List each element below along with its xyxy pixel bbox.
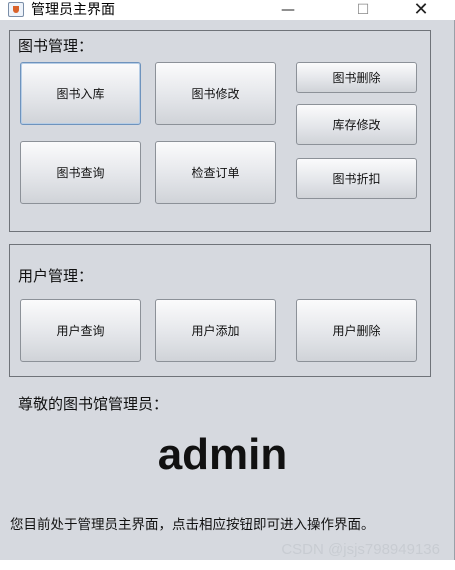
greeting-label: 尊敬的图书馆管理员： bbox=[18, 395, 169, 413]
java-cup-icon bbox=[8, 2, 24, 17]
query-book-button[interactable]: 图书查询 bbox=[20, 141, 141, 204]
book-discount-button[interactable]: 图书折扣 bbox=[296, 158, 417, 199]
add-user-button[interactable]: 用户添加 bbox=[155, 299, 276, 362]
watermark-text: CSDN @jsjs798949136 bbox=[281, 541, 440, 558]
minimize-button[interactable]: — bbox=[265, 0, 311, 20]
maximize-button[interactable]: ☐ bbox=[340, 0, 386, 20]
add-book-button[interactable]: 图书入库 bbox=[20, 62, 141, 125]
background-strip bbox=[0, 560, 455, 570]
check-order-button[interactable]: 检查订单 bbox=[155, 141, 276, 204]
close-button[interactable]: ✕ bbox=[398, 0, 444, 20]
book-management-title: 图书管理： bbox=[18, 37, 94, 55]
user-management-title: 用户管理： bbox=[18, 267, 94, 285]
title-bar: 管理员主界面 — ☐ ✕ bbox=[0, 0, 455, 20]
stock-edit-button[interactable]: 库存修改 bbox=[296, 104, 417, 145]
username-label: admin bbox=[157, 430, 288, 479]
delete-book-button[interactable]: 图书删除 bbox=[296, 62, 417, 93]
admin-main-window: 管理员主界面 — ☐ ✕ 图书管理： 图书入库 图书修改 图书删除 库存修改 图… bbox=[0, 0, 455, 560]
delete-user-button[interactable]: 用户删除 bbox=[296, 299, 417, 362]
edit-book-button[interactable]: 图书修改 bbox=[155, 62, 276, 125]
window-title: 管理员主界面 bbox=[31, 2, 115, 18]
query-user-button[interactable]: 用户查询 bbox=[20, 299, 141, 362]
hint-text: 您目前处于管理员主界面，点击相应按钮即可进入操作界面。 bbox=[10, 517, 375, 533]
